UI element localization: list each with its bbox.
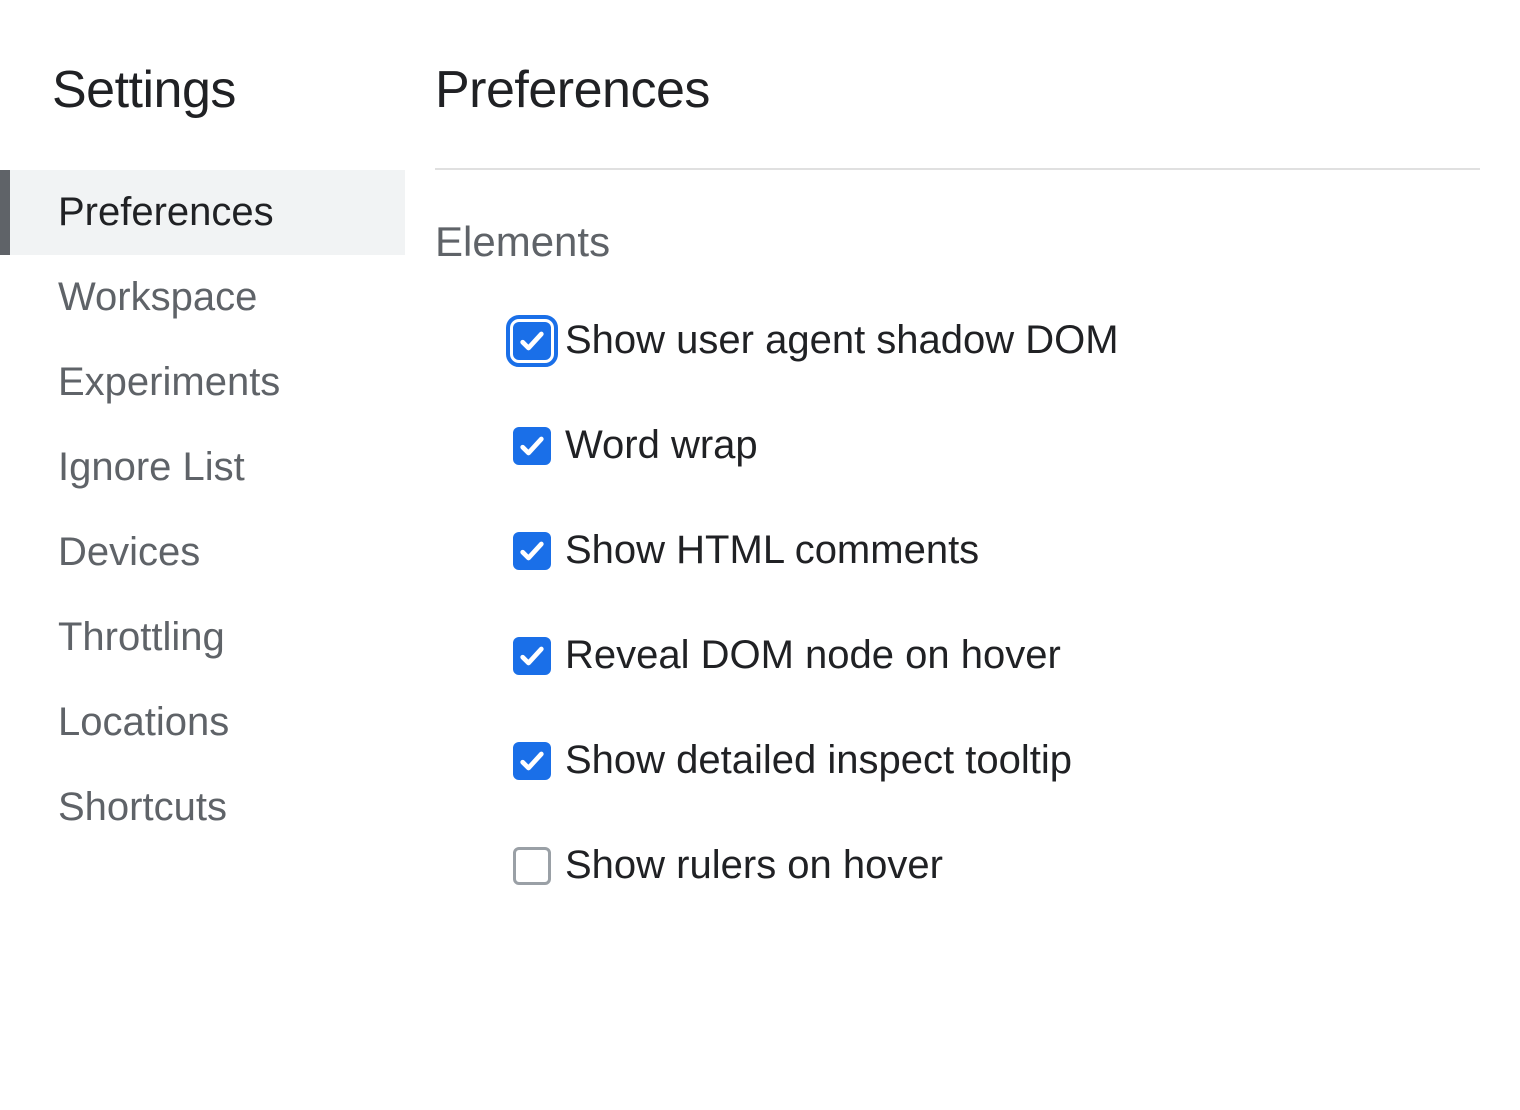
option-row[interactable]: Show user agent shadow DOM (513, 318, 1480, 363)
page-title: Preferences (435, 60, 1480, 120)
main-content: Preferences Elements Show user agent sha… (405, 0, 1520, 1110)
sidebar-title: Settings (0, 60, 405, 120)
option-label: Show HTML comments (565, 528, 979, 573)
sidebar-item-label: Locations (58, 700, 229, 744)
checkbox[interactable] (513, 322, 551, 360)
sidebar-item-label: Ignore List (58, 445, 245, 489)
checkbox[interactable] (513, 532, 551, 570)
option-label: Show user agent shadow DOM (565, 318, 1119, 363)
option-row[interactable]: Reveal DOM node on hover (513, 633, 1480, 678)
checkbox[interactable] (513, 742, 551, 780)
option-label: Show detailed inspect tooltip (565, 738, 1072, 783)
sidebar-item-locations[interactable]: Locations (0, 680, 405, 765)
checkbox[interactable] (513, 637, 551, 675)
sidebar-item-workspace[interactable]: Workspace (0, 255, 405, 340)
sidebar-item-shortcuts[interactable]: Shortcuts (0, 765, 405, 850)
option-row[interactable]: Show detailed inspect tooltip (513, 738, 1480, 783)
sidebar-item-label: Throttling (58, 615, 225, 659)
sidebar-item-label: Workspace (58, 275, 257, 319)
checkbox[interactable] (513, 427, 551, 465)
sidebar-item-label: Preferences (58, 190, 274, 234)
option-row[interactable]: Show rulers on hover (513, 843, 1480, 888)
sidebar-item-ignore-list[interactable]: Ignore List (0, 425, 405, 510)
check-icon (518, 432, 546, 460)
check-icon (518, 642, 546, 670)
option-label: Show rulers on hover (565, 843, 943, 888)
sidebar-item-label: Devices (58, 530, 200, 574)
sidebar-item-experiments[interactable]: Experiments (0, 340, 405, 425)
sidebar-item-label: Shortcuts (58, 785, 227, 829)
sidebar-item-label: Experiments (58, 360, 280, 404)
option-row[interactable]: Show HTML comments (513, 528, 1480, 573)
sidebar-item-preferences[interactable]: Preferences (0, 170, 405, 255)
checkbox[interactable] (513, 847, 551, 885)
sidebar-items: Preferences Workspace Experiments Ignore Li… (0, 170, 405, 850)
sidebar-item-devices[interactable]: Devices (0, 510, 405, 595)
divider (435, 168, 1480, 170)
settings-sidebar: Settings Preferences Workspace Experiments… (0, 0, 405, 1110)
check-icon (518, 537, 546, 565)
check-icon (518, 327, 546, 355)
sidebar-item-throttling[interactable]: Throttling (0, 595, 405, 680)
options-list: Show user agent shadow DOM Word wrap Show … (435, 318, 1480, 888)
section-title: Elements (435, 218, 1480, 266)
option-label: Reveal DOM node on hover (565, 633, 1061, 678)
option-label: Word wrap (565, 423, 758, 468)
check-icon (518, 747, 546, 775)
option-row[interactable]: Word wrap (513, 423, 1480, 468)
